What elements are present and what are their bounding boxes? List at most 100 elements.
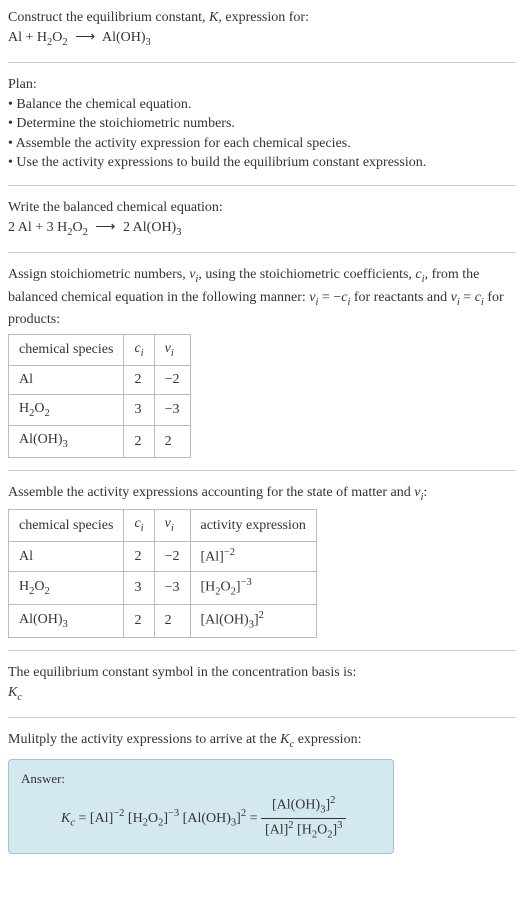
cell: 2 [154, 426, 190, 457]
cell: H2O2 [9, 571, 124, 604]
K-var: K [209, 10, 218, 25]
header-cell: chemical species [9, 510, 124, 541]
multiply-section: Mulitply the activity expressions to arr… [8, 730, 516, 854]
table-row: H2O2 3 −3 [9, 394, 191, 425]
cell: 2 [154, 605, 190, 638]
header-cell: ci [124, 334, 154, 365]
cell: 2 [124, 541, 154, 571]
table-row: Al(OH)3 2 2 [9, 426, 191, 457]
cell: Al [9, 366, 124, 395]
reactant: Al + H [8, 30, 47, 45]
plan-bullet: • Determine the stoichiometric numbers. [8, 114, 516, 134]
header-cell: νi [154, 510, 190, 541]
sup: 2 [330, 795, 335, 806]
plan-title: Plan: [8, 75, 516, 95]
table-row: Al(OH)3 2 2 [Al(OH)3]2 [9, 605, 317, 638]
product: Al(OH) [102, 30, 146, 45]
expr: [H [124, 811, 142, 826]
K-var: K [61, 811, 70, 826]
divider [8, 717, 516, 718]
text: : [423, 485, 427, 500]
cell: −3 [154, 394, 190, 425]
arrow-icon: ⟶ [71, 30, 99, 45]
cell: H2O2 [9, 394, 124, 425]
text: for reactants and [350, 290, 450, 305]
answer-box: Answer: Kc = [Al]−2 [H2O2]−3 [Al(OH)3]2 … [8, 759, 394, 854]
plan-section: Plan: • Balance the chemical equation. •… [8, 75, 516, 173]
arrow-icon: ⟶ [91, 220, 119, 235]
sub: 3 [146, 36, 151, 47]
sub: 2 [83, 226, 88, 237]
text: Assign stoichiometric numbers, [8, 267, 189, 282]
text: Mulitply the activity expressions to arr… [8, 732, 280, 747]
expr: [Al] [265, 823, 288, 838]
divider [8, 470, 516, 471]
sub: i [171, 347, 174, 358]
cell: −2 [154, 366, 190, 395]
expr: [H [201, 580, 216, 595]
cell: 2 [124, 605, 154, 638]
activity-table: chemical species ci νi activity expressi… [8, 509, 317, 638]
text: The equilibrium constant symbol in the c… [8, 663, 516, 683]
divider [8, 185, 516, 186]
cell: [Al]−2 [190, 541, 316, 571]
cell: 2 [124, 426, 154, 457]
plan-bullet: • Balance the chemical equation. [8, 95, 516, 115]
plan-bullet: • Assemble the activity expression for e… [8, 134, 516, 154]
denominator: [Al]2 [H2O2]3 [261, 819, 346, 843]
plan-bullet: • Use the activity expressions to build … [8, 153, 516, 173]
cell: −2 [154, 541, 190, 571]
K-var: K [280, 732, 289, 747]
sup: −3 [168, 808, 179, 819]
cell: 3 [124, 571, 154, 604]
sub: 2 [45, 408, 50, 419]
expr: [Al(OH) [179, 811, 231, 826]
answer-label: Answer: [21, 770, 381, 788]
cell: −3 [154, 571, 190, 604]
sup: 2 [259, 610, 264, 621]
problem-statement: Construct the equilibrium constant, K, e… [8, 8, 516, 50]
intro-text: Construct the equilibrium constant, [8, 10, 209, 25]
intro-text-b: , expression for: [218, 10, 309, 25]
balanced-section: Write the balanced chemical equation: 2 … [8, 198, 516, 240]
expr: [Al(OH) [201, 613, 249, 628]
expr: = [246, 811, 261, 826]
sup: −3 [241, 577, 252, 588]
header-cell: νi [154, 334, 190, 365]
table-row: Al 2 −2 [Al]−2 [9, 541, 317, 571]
species: Al(OH) [19, 612, 63, 627]
reactant: O [52, 30, 62, 45]
expr: [H [294, 823, 312, 838]
eq-part: 2 Al + 3 H [8, 220, 67, 235]
stoich-table: chemical species ci νi Al 2 −2 H2O2 3 −3… [8, 334, 191, 458]
activity-section: Assemble the activity expressions accoun… [8, 483, 516, 639]
text: expression: [294, 732, 361, 747]
species: H [19, 579, 29, 594]
cell: [Al(OH)3]2 [190, 605, 316, 638]
table-row: Al 2 −2 [9, 366, 191, 395]
cell: [H2O2]−3 [190, 571, 316, 604]
cell: Al [9, 541, 124, 571]
species: Al(OH) [19, 432, 63, 447]
species: O [34, 401, 44, 416]
numerator: [Al(OH)3]2 [261, 794, 346, 819]
sub: 3 [63, 619, 68, 630]
sup: 3 [337, 820, 342, 831]
sub: c [17, 692, 22, 703]
species: O [34, 579, 44, 594]
sup: −2 [224, 547, 235, 558]
symbol-section: The equilibrium constant symbol in the c… [8, 663, 516, 705]
text: = − [318, 290, 341, 305]
eq-part: O [72, 220, 82, 235]
divider [8, 252, 516, 253]
text: , using the stoichiometric coefficients, [198, 267, 415, 282]
header-cell: activity expression [190, 510, 316, 541]
expr: [Al] [201, 549, 224, 564]
table-row: H2O2 3 −3 [H2O2]−3 [9, 571, 317, 604]
expr: [Al(OH) [272, 798, 320, 813]
expr: O [317, 823, 327, 838]
divider [8, 650, 516, 651]
balanced-title: Write the balanced chemical equation: [8, 198, 516, 218]
header-cell: ci [124, 510, 154, 541]
divider [8, 62, 516, 63]
